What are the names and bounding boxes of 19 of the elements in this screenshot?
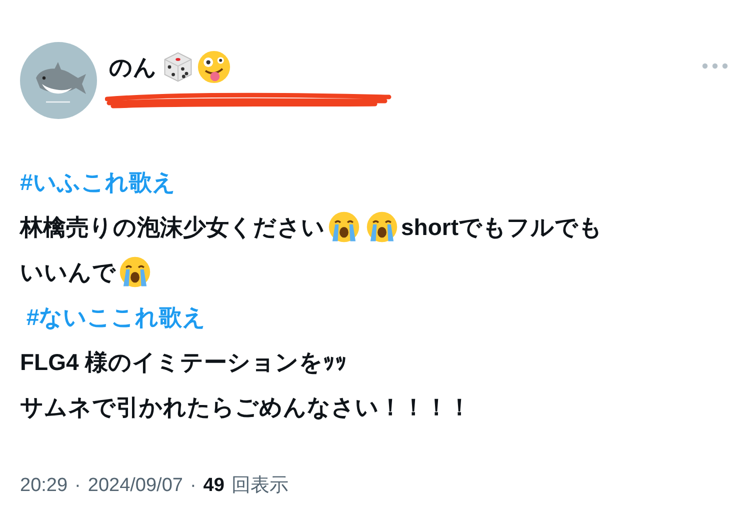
post-text: FLG4 様のイミテーションをｯｯ (20, 348, 348, 377)
post-meta: · (74, 474, 81, 498)
post-text: 林檎売りの泡沫少女ください (20, 212, 325, 242)
more-options-icon[interactable] (702, 63, 728, 69)
post-meta: 20:29 (20, 474, 68, 498)
crying-face-icon (366, 211, 398, 243)
post-text: いいんで (20, 258, 116, 287)
zany-face-icon (197, 50, 231, 84)
post-meta: · (190, 474, 196, 498)
post-meta: 2024/09/07 (88, 474, 183, 498)
view-count: 49 (203, 474, 224, 498)
crying-face-icon (119, 256, 151, 288)
crying-face-icon (328, 211, 360, 243)
hashtag-link[interactable]: #いふこれ歌え (20, 164, 176, 200)
post-text: サムネで引かれたらごめんなさい！！！！ (20, 392, 471, 422)
post-meta: 回表示 (231, 474, 288, 498)
post-text: shortでもフルでも (401, 212, 602, 242)
hashtag-link[interactable]: #ないここれ歌え (20, 300, 206, 334)
display-name[interactable]: のん (109, 50, 157, 84)
